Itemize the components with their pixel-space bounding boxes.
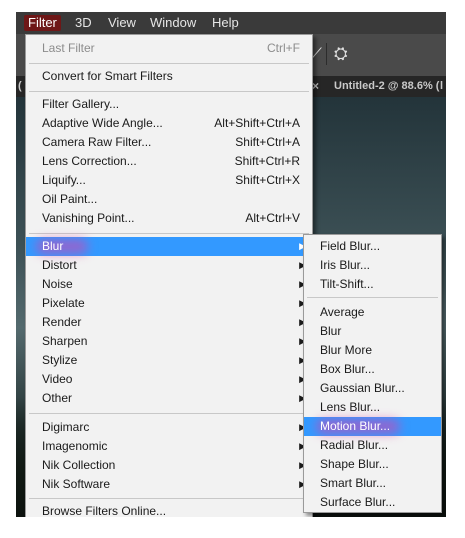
- menu-item-average[interactable]: Average: [304, 303, 441, 322]
- menu-item-camera-raw-filter[interactable]: Camera Raw Filter... Shift+Ctrl+A: [26, 133, 312, 152]
- menu-item-other[interactable]: Other▶: [26, 389, 312, 408]
- menu-item-sharpen[interactable]: Sharpen▶: [26, 332, 312, 351]
- menu-item-stylize[interactable]: Stylize▶: [26, 351, 312, 370]
- menu-item-blur-simple[interactable]: Blur: [304, 322, 441, 341]
- blur-submenu: Field Blur... Iris Blur... Tilt-Shift...…: [303, 234, 442, 513]
- menu-item-smart-blur[interactable]: Smart Blur...: [304, 474, 441, 493]
- menu-item-iris-blur[interactable]: Iris Blur...: [304, 256, 441, 275]
- menu-item-shape-blur[interactable]: Shape Blur...: [304, 455, 441, 474]
- filter-menu: Last Filter Ctrl+F Convert for Smart Fil…: [25, 34, 313, 517]
- menu-item-tilt-shift[interactable]: Tilt-Shift...: [304, 275, 441, 294]
- tab-fragment-left[interactable]: (: [18, 76, 22, 97]
- options-separator: [326, 43, 327, 65]
- menu-item-video[interactable]: Video▶: [26, 370, 312, 389]
- menu-item-motion-blur[interactable]: Motion Blur...: [304, 417, 441, 436]
- menu-item-pixelate[interactable]: Pixelate▶: [26, 294, 312, 313]
- menu-item-nik-software[interactable]: Nik Software▶: [26, 475, 312, 494]
- menu-help[interactable]: Help: [212, 15, 239, 31]
- close-tab-icon[interactable]: ×: [312, 76, 319, 97]
- menu-item-render[interactable]: Render▶: [26, 313, 312, 332]
- menu-item-nik-collection[interactable]: Nik Collection▶: [26, 456, 312, 475]
- menu-item-lens-blur[interactable]: Lens Blur...: [304, 398, 441, 417]
- menu-filter[interactable]: Filter: [24, 15, 61, 31]
- menu-view[interactable]: View: [108, 15, 136, 31]
- menu-item-noise[interactable]: Noise▶: [26, 275, 312, 294]
- menu-item-field-blur[interactable]: Field Blur...: [304, 237, 441, 256]
- menu-item-distort[interactable]: Distort▶: [26, 256, 312, 275]
- menu-item-last-filter: Last Filter Ctrl+F: [42, 41, 300, 55]
- photoshop-window: Filter 3D View Window Help ⟋ ⛭ ( × Untit…: [16, 12, 446, 517]
- menu-item-lens-correction[interactable]: Lens Correction... Shift+Ctrl+R: [26, 152, 312, 171]
- menu-window[interactable]: Window: [150, 15, 196, 31]
- menu-item-vanishing-point[interactable]: Vanishing Point... Alt+Ctrl+V: [26, 209, 312, 228]
- tab-untitled-2[interactable]: Untitled-2 @ 88.6% (: [334, 76, 439, 97]
- menu-separator: [29, 413, 309, 414]
- menu-item-oil-paint[interactable]: Oil Paint...: [26, 190, 312, 209]
- menu-separator: [307, 297, 438, 298]
- menu-item-liquify[interactable]: Liquify... Shift+Ctrl+X: [26, 171, 312, 190]
- menu-item-filter-gallery[interactable]: Filter Gallery...: [26, 95, 312, 114]
- menu-separator: [29, 91, 309, 92]
- menu-item-imagenomic[interactable]: Imagenomic▶: [26, 437, 312, 456]
- menu-item-radial-blur[interactable]: Radial Blur...: [304, 436, 441, 455]
- menu-item-convert-smart-filters[interactable]: Convert for Smart Filters: [26, 67, 312, 86]
- menu-item-box-blur[interactable]: Box Blur...: [304, 360, 441, 379]
- target-tool-icon[interactable]: ⛭: [334, 44, 348, 64]
- menu-item-surface-blur[interactable]: Surface Blur...: [304, 493, 441, 512]
- menu-item-browse-filters-online[interactable]: Browse Filters Online...: [26, 502, 312, 517]
- menu-item-blur[interactable]: Blur▶: [26, 237, 312, 256]
- menu-separator: [29, 233, 309, 234]
- menu-separator: [29, 63, 309, 64]
- menu-item-gaussian-blur[interactable]: Gaussian Blur...: [304, 379, 441, 398]
- menu-item-blur-more[interactable]: Blur More: [304, 341, 441, 360]
- menu-bar: Filter 3D View Window Help: [16, 12, 446, 34]
- menu-3d[interactable]: 3D: [75, 15, 92, 31]
- menu-separator: [29, 498, 309, 499]
- menu-item-adaptive-wide-angle[interactable]: Adaptive Wide Angle... Alt+Shift+Ctrl+A: [26, 114, 312, 133]
- menu-item-digimarc[interactable]: Digimarc▶: [26, 418, 312, 437]
- tab-fragment-right[interactable]: l: [440, 76, 443, 97]
